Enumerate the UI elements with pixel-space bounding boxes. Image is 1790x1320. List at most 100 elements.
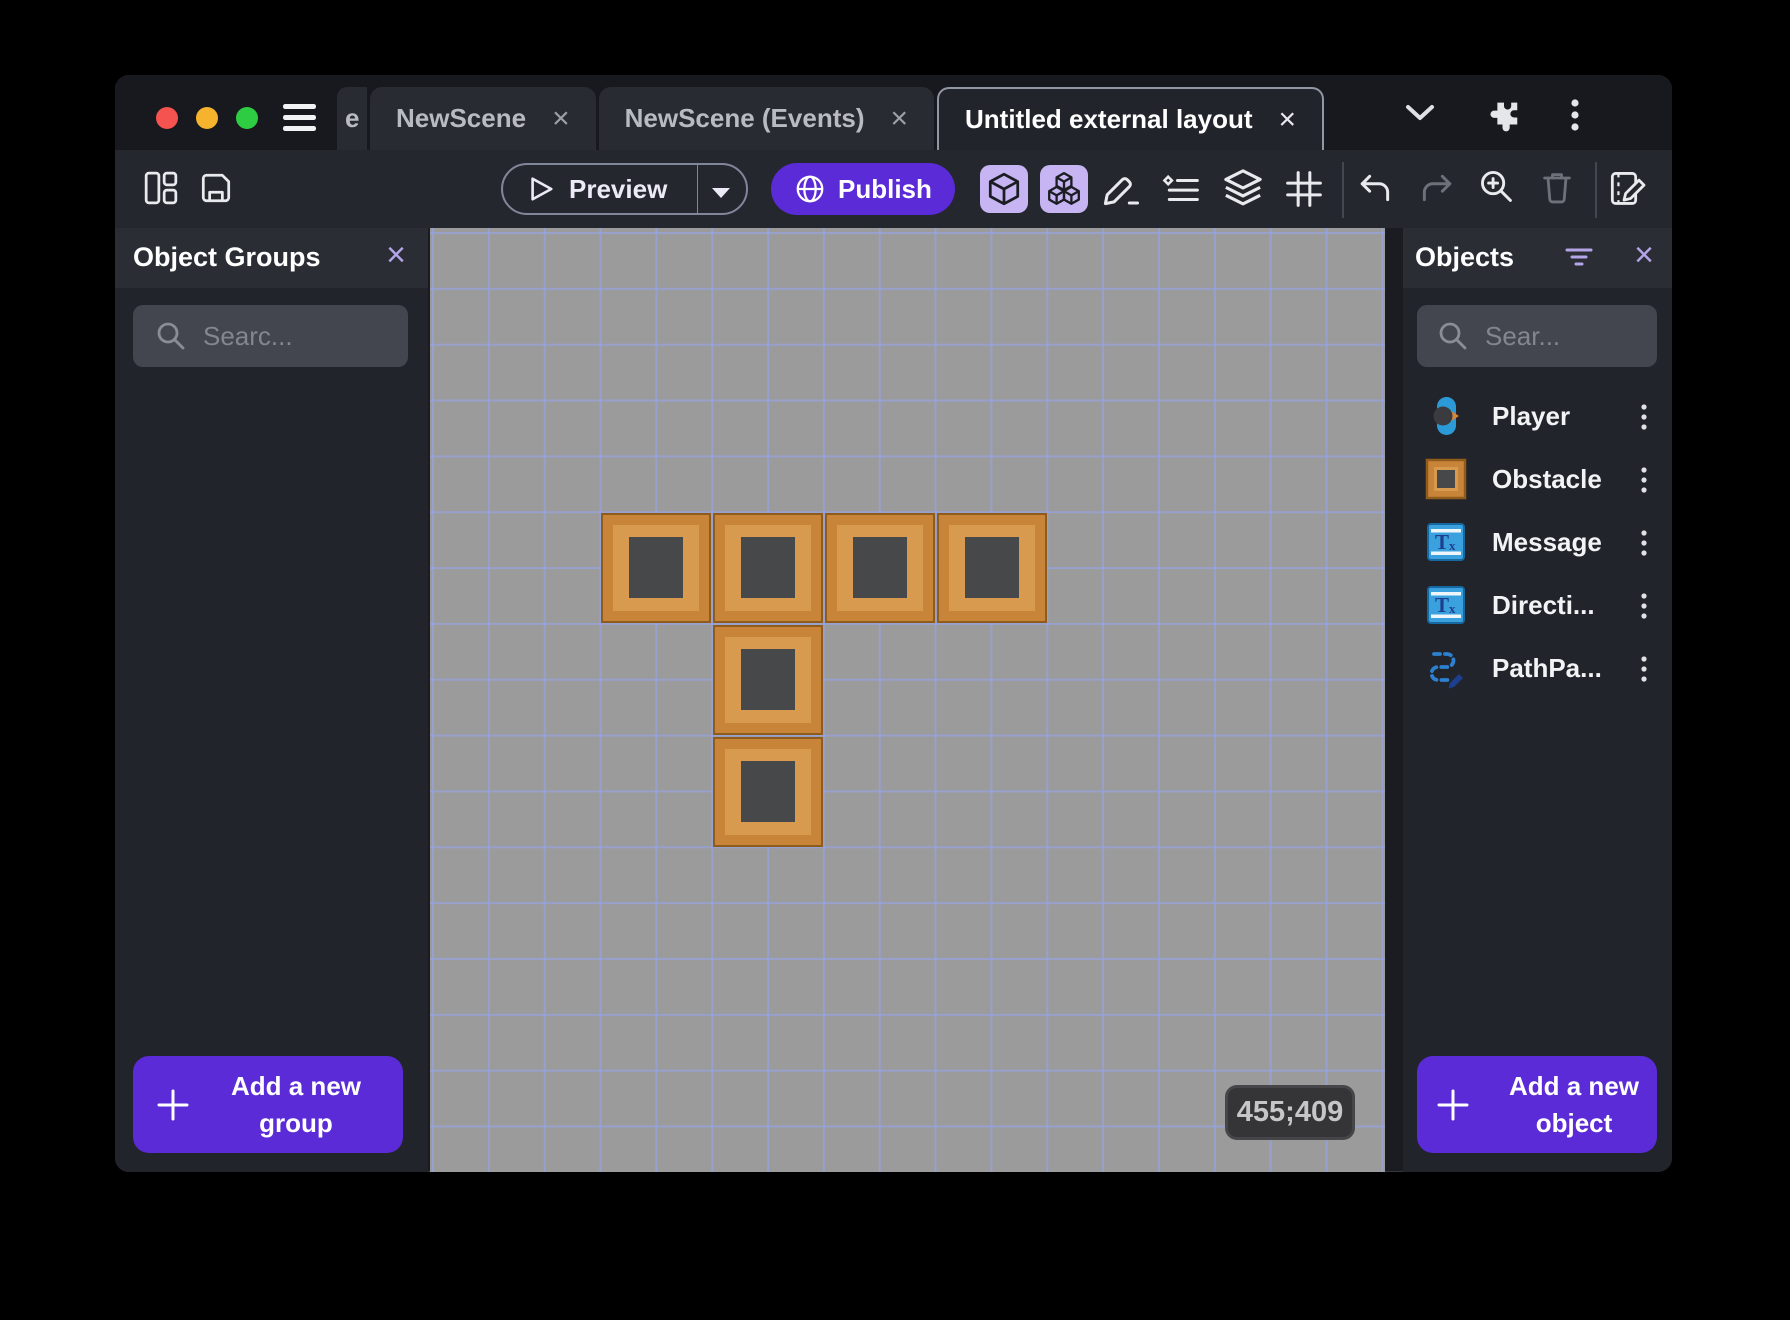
objects-list: Player Obstacle Tx Message Tx Directi...… xyxy=(1403,391,1672,706)
search-icon xyxy=(155,320,187,352)
plus-icon xyxy=(1435,1087,1471,1123)
obstacle-instance[interactable] xyxy=(713,513,823,623)
globe-icon xyxy=(794,173,826,205)
object-groups-title: Object Groups xyxy=(133,242,321,272)
preview-label: Preview xyxy=(569,173,668,204)
svg-text:T: T xyxy=(1435,593,1449,617)
redo-icon[interactable] xyxy=(1418,172,1454,209)
search-icon xyxy=(1437,320,1469,352)
kebab-menu-icon[interactable] xyxy=(1640,466,1648,499)
object-list-item[interactable]: Tx Directi... xyxy=(1403,580,1672,630)
grid-icon[interactable] xyxy=(1283,168,1325,215)
objects-title: Objects xyxy=(1415,242,1515,272)
object-list-item[interactable]: Player xyxy=(1403,391,1672,441)
tab-newscene[interactable]: NewScene × xyxy=(370,87,596,150)
objects-header: Objects × xyxy=(1403,228,1672,288)
group-search-input[interactable] xyxy=(201,319,370,353)
preview-button[interactable]: Preview xyxy=(501,163,748,215)
object-search-box xyxy=(1417,305,1657,367)
hamburger-menu-icon[interactable] xyxy=(283,104,316,131)
obstacle-instance[interactable] xyxy=(713,625,823,735)
instances-list-icon[interactable] xyxy=(1160,168,1202,215)
pencil-icon[interactable] xyxy=(1099,168,1141,215)
object-name: PathPa... xyxy=(1492,652,1602,683)
puzzle-icon[interactable] xyxy=(1486,97,1522,138)
tab-close-icon[interactable]: × xyxy=(552,103,570,134)
obstacle-instance[interactable] xyxy=(825,513,935,623)
object-name: Obstacle xyxy=(1492,463,1602,494)
plus-icon xyxy=(155,1087,191,1123)
scene-canvas[interactable]: 455;409 xyxy=(430,228,1385,1172)
text-icon: Tx xyxy=(1425,521,1467,563)
svg-text:x: x xyxy=(1449,538,1456,553)
layers-icon[interactable] xyxy=(1221,166,1265,215)
obstacle-instance[interactable] xyxy=(713,737,823,847)
tab-strip: e NewScene × NewScene (Events) × Untitled ext… xyxy=(337,87,1325,150)
object-name: Player xyxy=(1492,400,1571,431)
object-list-item[interactable]: PathPa... xyxy=(1403,643,1672,693)
kebab-menu-icon[interactable] xyxy=(1640,592,1648,625)
kebab-menu-icon[interactable] xyxy=(1640,403,1648,436)
tab-untitled-external-layout[interactable]: Untitled external layout × xyxy=(937,87,1325,150)
add-group-button[interactable]: Add a new group xyxy=(133,1056,403,1153)
close-icon[interactable]: × xyxy=(1634,238,1654,272)
object-groups-panel: Object Groups × Add a new group xyxy=(115,228,428,1172)
trash-icon[interactable] xyxy=(1539,169,1575,210)
toolbar-divider-2 xyxy=(1595,162,1597,218)
publish-label: Publish xyxy=(838,173,932,204)
toolbar: Preview Publish xyxy=(115,150,1672,228)
tab-label: Untitled external layout xyxy=(965,104,1253,134)
object-name: Directi... xyxy=(1492,589,1595,620)
publish-button[interactable]: Publish xyxy=(771,163,955,215)
kebab-menu-icon[interactable] xyxy=(1640,655,1648,688)
object-list-item[interactable]: Obstacle xyxy=(1403,454,1672,504)
tab-e[interactable]: e xyxy=(337,87,367,150)
object-list-item[interactable]: Tx Message xyxy=(1403,517,1672,567)
edit-scene-icon[interactable] xyxy=(1609,169,1649,214)
tab-close-icon[interactable]: × xyxy=(890,103,908,134)
add-object-button[interactable]: Add a new object xyxy=(1417,1056,1657,1153)
preview-split-divider xyxy=(696,165,698,213)
panels-layout-icon[interactable] xyxy=(143,170,179,211)
cube-icon xyxy=(985,171,1023,207)
titlebar-actions xyxy=(1372,75,1672,150)
toolbar-divider xyxy=(1342,162,1344,218)
tab-label: NewScene (Events) xyxy=(624,103,865,133)
kebab-menu-icon[interactable] xyxy=(1640,529,1648,562)
save-icon[interactable] xyxy=(198,170,234,211)
object-search-input[interactable] xyxy=(1483,319,1631,353)
main-area: Object Groups × Add a new group 455;409 xyxy=(115,228,1672,1172)
cursor-coordinates-badge: 455;409 xyxy=(1225,1085,1355,1140)
window-minimize-button[interactable] xyxy=(196,107,218,129)
close-icon[interactable]: × xyxy=(386,238,406,272)
object-name: Message xyxy=(1492,526,1602,557)
obstacle-icon xyxy=(1425,458,1467,500)
filter-icon[interactable] xyxy=(1565,244,1593,275)
chevron-down-icon[interactable] xyxy=(1405,104,1435,127)
undo-icon[interactable] xyxy=(1358,172,1394,209)
svg-text:T: T xyxy=(1435,530,1449,554)
text-icon: Tx xyxy=(1425,584,1467,626)
object-groups-header: Object Groups × xyxy=(115,228,428,288)
svg-text:x: x xyxy=(1449,601,1456,616)
zoom-in-icon[interactable] xyxy=(1478,168,1516,211)
objects-panel: Objects × Player Obstacle xyxy=(1403,228,1672,1172)
add-instances-tool[interactable] xyxy=(1040,165,1088,213)
select-objects-tool[interactable] xyxy=(980,165,1028,213)
tab-close-icon[interactable]: × xyxy=(1279,104,1297,135)
window-close-button[interactable] xyxy=(156,107,178,129)
titlebar: e NewScene × NewScene (Events) × Untitled ext… xyxy=(115,75,1672,150)
window-maximize-button[interactable] xyxy=(236,107,258,129)
obstacle-instance[interactable] xyxy=(601,513,711,623)
tab-label: e xyxy=(345,103,360,133)
obstacle-instance[interactable] xyxy=(937,513,1047,623)
tab-label: NewScene xyxy=(396,103,527,133)
kebab-menu-icon[interactable] xyxy=(1570,98,1580,137)
player-icon xyxy=(1425,395,1467,437)
add-group-label: Add a new group xyxy=(230,1070,361,1138)
add-object-label: Add a new object xyxy=(1508,1070,1639,1138)
cubes-stack-icon xyxy=(1045,171,1083,207)
path-icon xyxy=(1425,647,1467,689)
preview-dropdown-caret[interactable] xyxy=(711,186,731,204)
tab-newscene-events[interactable]: NewScene (Events) × xyxy=(598,87,935,150)
